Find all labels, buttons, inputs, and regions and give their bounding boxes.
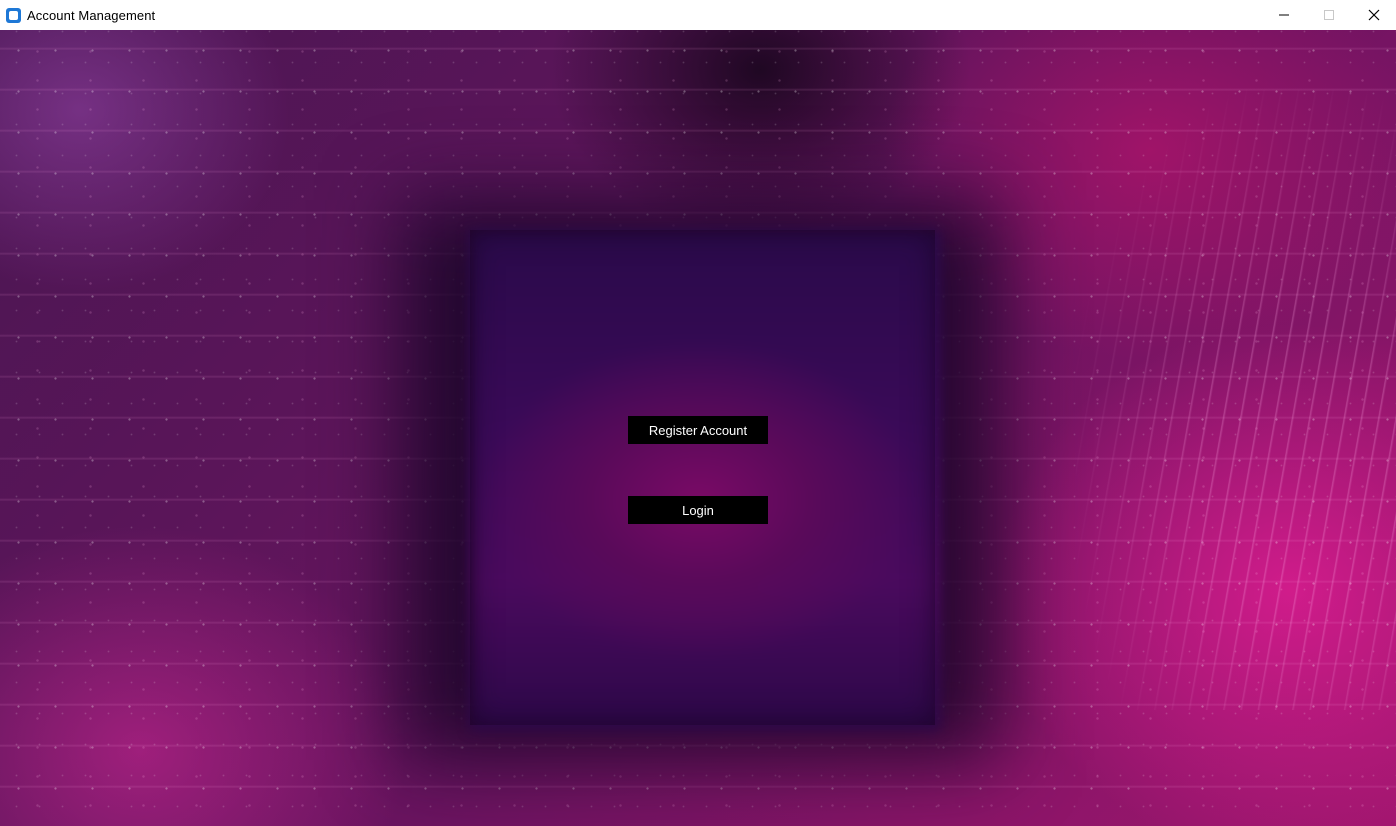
maximize-icon (1323, 10, 1334, 20)
window-controls (1261, 0, 1396, 30)
maximize-button[interactable] (1306, 0, 1351, 30)
minimize-button[interactable] (1261, 0, 1306, 30)
app-window: Account Management Register Account Logi… (0, 0, 1396, 826)
register-account-button[interactable]: Register Account (628, 416, 768, 444)
window-title: Account Management (27, 7, 156, 23)
title-bar[interactable]: Account Management (0, 0, 1396, 30)
login-button[interactable]: Login (628, 496, 768, 524)
background-artwork: Register Account Login (0, 30, 1396, 826)
close-button[interactable] (1351, 0, 1396, 30)
center-panel-edge (470, 230, 935, 725)
minimize-icon (1278, 14, 1289, 16)
app-window-icon (6, 7, 21, 23)
background-diagonal-lines (1076, 90, 1396, 710)
close-icon (1368, 9, 1379, 21)
